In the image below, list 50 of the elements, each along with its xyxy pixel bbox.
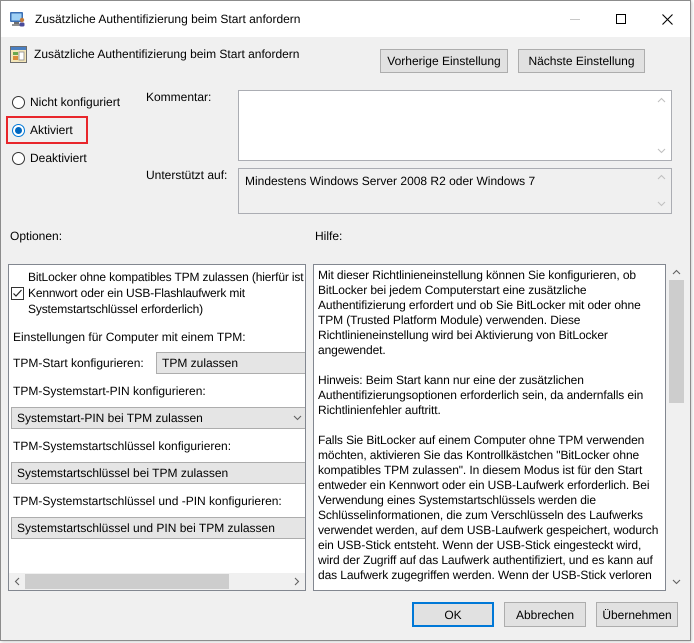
option-label: TPM-Systemstart-PIN konfigurieren: bbox=[12, 383, 206, 399]
supported-on-label: Unterstützt auf: bbox=[146, 167, 228, 183]
help-paragraph: Hinweis: Beim Start kann nur eine der zusätzlichen Authentifizierungsoptionen erforderlich sein, da andernfalls ein Richtlinienfehler auftritt. bbox=[318, 373, 644, 418]
help-label: Hilfe: bbox=[314, 228, 342, 244]
horizontal-scrollbar[interactable] bbox=[9, 573, 305, 590]
section-heading: Einstellungen für Computer mit einem TPM: bbox=[12, 329, 246, 345]
comment-field[interactable] bbox=[238, 90, 672, 161]
checkbox-icon[interactable] bbox=[11, 286, 24, 300]
scroll-left-icon bbox=[14, 577, 20, 586]
help-paragraph: Falls Sie BitLocker auf einem Computer ohne TPM verwenden möchten, aktivieren Sie das Kontrollkästchen "BitLocker ohne kompatibles TPM zulassen". In diesem Modus ist für den Start entweder ein Kennwort oder ein USB-Laufwerk erforderlich. Bei Verwendung eines Systemstartschlüssels werden die Schlüsselinformationen, die zum Verschlüsseln des Laufwerks verwendet werden, auf dem USB-Laufwerk gespeichert, wodurch ein USB-Stick entsteht. Wenn der USB-Stick eingesteckt wird, wird der Zugriff auf das Laufwerk authentifiziert, und es kann auf das Laufwerk zugegriffen werden. Wenn der USB-Stick verloren bbox=[318, 433, 660, 583]
scroll-right-icon bbox=[294, 577, 300, 586]
chevron-down-icon bbox=[293, 415, 302, 421]
radio-icon[interactable] bbox=[12, 124, 25, 136]
dropdown[interactable]: Systemstartschlüssel bei TPM zulassen bbox=[11, 462, 305, 484]
dialog-button[interactable]: Übernehmen bbox=[596, 602, 678, 627]
option-label: TPM-Systemstartschlüssel und -PIN konfigurieren: bbox=[12, 493, 282, 509]
minimize-icon bbox=[570, 18, 580, 20]
radio-icon[interactable] bbox=[12, 152, 25, 164]
dialog-button[interactable]: Abbrechen bbox=[504, 602, 586, 627]
radio-option[interactable]: Deaktiviert bbox=[12, 148, 87, 168]
radio-icon[interactable] bbox=[12, 96, 25, 108]
policy-title: Zusätzliche Authentifizierung beim Start anfordern bbox=[34, 46, 300, 62]
scroll-up-icon bbox=[657, 97, 666, 103]
supported-on-value: Mindestens Windows Server 2008 R2 oder Windows 7 bbox=[245, 174, 536, 190]
dropdown[interactable]: TPM zulassen bbox=[156, 352, 305, 374]
radio-option[interactable]: Aktiviert bbox=[12, 120, 73, 140]
comment-label: Kommentar: bbox=[146, 89, 212, 105]
scroll-down-icon bbox=[657, 201, 666, 207]
scroll-up-icon bbox=[672, 269, 680, 275]
scroll-down-icon bbox=[672, 579, 680, 585]
computer-icon bbox=[9, 11, 26, 27]
radio-option[interactable]: Nicht konfiguriert bbox=[12, 92, 120, 112]
maximize-icon bbox=[616, 14, 626, 24]
close-icon bbox=[662, 14, 672, 24]
nav-button[interactable]: Vorherige Einstellung bbox=[380, 49, 508, 73]
option-label: TPM-Systemstartschlüssel konfigurieren: bbox=[12, 438, 232, 454]
scrollbar-thumb[interactable] bbox=[668, 280, 684, 403]
help-paragraph: Mit dieser Richtlinieneinstellung können Sie konfigurieren, ob BitLocker bei jedem Computerstart eine zusätzliche Authentifizierung erfordert und ob Sie BitLocker mit oder ohne TPM (Trusted Platform Module) verwenden. Diese Richtlinieneinstellung wird bei Aktivierung von BitLocker angewendet. bbox=[318, 268, 642, 358]
dropdown[interactable]: Systemstart-PIN bei TPM zulassen bbox=[11, 407, 305, 429]
dropdown[interactable]: Systemstartschlüssel und PIN bei TPM zulassen bbox=[11, 517, 305, 539]
checkbox-option[interactable]: BitLocker ohne kompatibles TPM zulassen (hierfür ist Kennwort oder ein USB-Flashlaufwerk mit Systemstartschlüssel erforderlich) bbox=[9, 265, 305, 317]
scroll-down-icon bbox=[657, 148, 666, 154]
nav-button[interactable]: Nächste Einstellung bbox=[518, 49, 645, 73]
dialog-button[interactable]: OK bbox=[412, 602, 494, 627]
options-label: Optionen: bbox=[9, 228, 62, 244]
scrollbar-thumb[interactable] bbox=[25, 574, 229, 589]
scroll-up-icon bbox=[657, 174, 666, 180]
window-icon bbox=[10, 46, 27, 63]
option-label: TPM-Start konfigurieren: bbox=[12, 355, 145, 371]
window-title: Zusätzliche Authentifizierung beim Start anfordern bbox=[35, 11, 300, 27]
